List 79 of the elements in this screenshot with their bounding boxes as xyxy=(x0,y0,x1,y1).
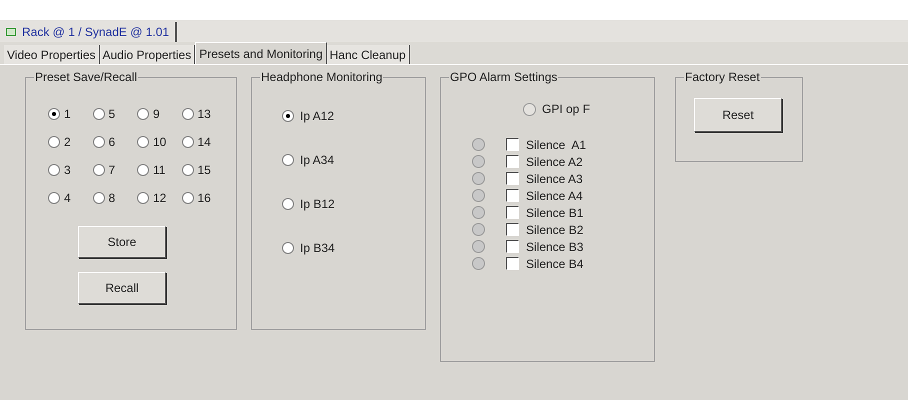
tab[interactable]: Audio Properties xyxy=(100,45,196,64)
indicator-light-icon xyxy=(523,102,536,116)
preset-label: 1 xyxy=(64,106,71,123)
alarm-label: Silence A4 xyxy=(526,188,583,204)
checkbox[interactable] xyxy=(506,138,519,151)
indicator-light-icon xyxy=(472,189,485,202)
radio-button[interactable] xyxy=(282,242,294,254)
radio-button[interactable] xyxy=(48,192,60,204)
radio-button[interactable] xyxy=(92,164,104,176)
alarm-label: Silence B2 xyxy=(526,222,584,238)
radio-button[interactable] xyxy=(92,108,104,120)
tab[interactable]: Video Properties xyxy=(4,45,100,64)
preset-label: 9 xyxy=(153,106,160,123)
checkbox[interactable] xyxy=(506,189,519,202)
radio-button[interactable] xyxy=(137,164,149,176)
option-label: Ip A12 xyxy=(300,108,334,125)
radio-button[interactable] xyxy=(137,108,149,120)
radio-button[interactable] xyxy=(92,136,104,148)
tab[interactable]: Presets and Monitoring xyxy=(195,42,327,64)
indicator-light-icon xyxy=(472,240,485,253)
group-title: Headphone Monitoring xyxy=(260,70,384,84)
preset-label: 5 xyxy=(108,106,116,123)
indicator-light-icon xyxy=(472,138,485,151)
preset-label: 8 xyxy=(108,190,116,207)
radio-button[interactable] xyxy=(182,192,194,204)
checkbox[interactable] xyxy=(506,223,519,236)
checkbox[interactable] xyxy=(506,172,519,185)
indicator-light-icon xyxy=(472,223,485,236)
indicator-light-icon xyxy=(472,206,485,219)
tab[interactable]: Hanc Cleanup xyxy=(326,45,410,64)
alarm-label: Silence B1 xyxy=(526,204,584,222)
preset-label: 11 xyxy=(153,162,166,179)
indicator-light-icon xyxy=(472,257,485,270)
alarm-label: Silence A1 xyxy=(526,136,586,154)
preset-label: 7 xyxy=(108,162,116,179)
push-button[interactable]: Recall xyxy=(78,272,166,304)
radio-button[interactable] xyxy=(48,136,60,148)
radio-button[interactable] xyxy=(282,110,294,122)
radio-button[interactable] xyxy=(137,136,149,148)
group-title: Preset Save/Recall xyxy=(34,70,138,84)
preset-label: 15 xyxy=(198,162,211,179)
push-button[interactable]: Reset xyxy=(694,98,782,132)
indicator-light-icon xyxy=(472,155,485,168)
indicator-light-icon xyxy=(472,172,485,185)
alarm-label: Silence B4 xyxy=(526,256,584,272)
radio-button[interactable] xyxy=(182,136,194,148)
checkbox[interactable] xyxy=(506,240,519,253)
gpi-label: GPI op F xyxy=(542,101,590,118)
preset-label: 14 xyxy=(198,134,211,151)
preset-label: 2 xyxy=(64,134,71,151)
radio-button[interactable] xyxy=(282,198,294,210)
device-tab-label: Rack @ 1 / SynadE @ 1.01 xyxy=(22,24,170,41)
preset-label: 3 xyxy=(64,162,71,179)
radio-button[interactable] xyxy=(48,108,60,120)
radio-button[interactable] xyxy=(137,192,149,204)
option-label: Ip A34 xyxy=(300,152,334,169)
preset-label: 10 xyxy=(153,134,166,151)
checkbox[interactable] xyxy=(506,257,519,270)
preset-label: 12 xyxy=(153,190,166,207)
radio-button[interactable] xyxy=(48,164,60,176)
radio-button[interactable] xyxy=(92,192,104,204)
option-label: Ip B12 xyxy=(300,196,335,213)
checkbox[interactable] xyxy=(506,206,519,219)
push-button[interactable]: Store xyxy=(78,226,166,258)
radio-button[interactable] xyxy=(182,164,194,176)
alarm-label: Silence B3 xyxy=(526,238,584,256)
preset-label: 6 xyxy=(108,134,116,151)
group-title: Factory Reset xyxy=(684,70,761,84)
preset-label: 16 xyxy=(198,190,211,207)
radio-button[interactable] xyxy=(282,154,294,166)
radio-button[interactable] xyxy=(182,108,194,120)
folder-icon xyxy=(6,28,16,36)
alarm-label: Silence A2 xyxy=(526,154,583,170)
option-label: Ip B34 xyxy=(300,240,335,257)
preset-label: 4 xyxy=(64,190,71,207)
group-title: GPO Alarm Settings xyxy=(449,70,558,84)
alarm-label: Silence A3 xyxy=(526,170,583,188)
checkbox[interactable] xyxy=(506,155,519,168)
preset-label: 13 xyxy=(198,106,211,123)
